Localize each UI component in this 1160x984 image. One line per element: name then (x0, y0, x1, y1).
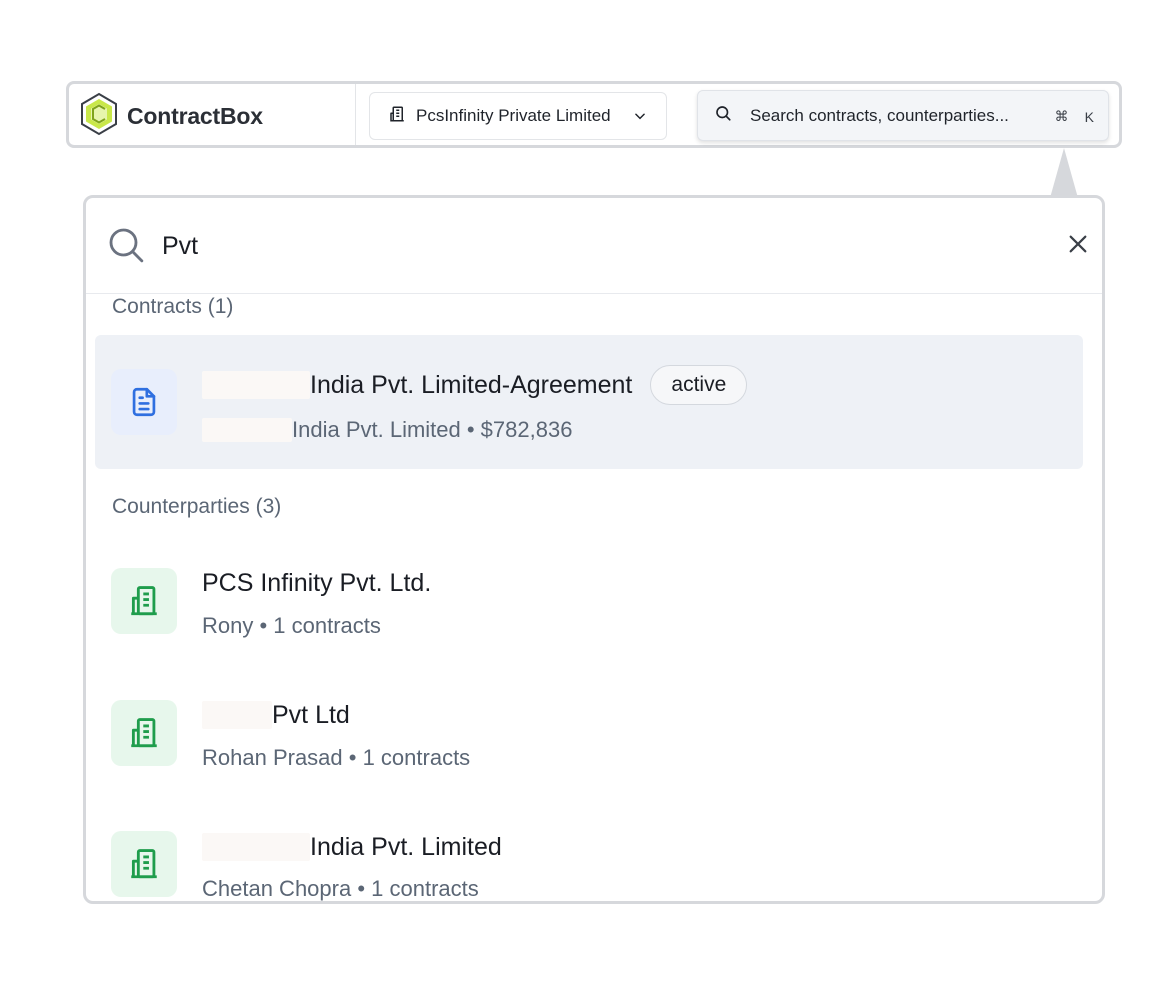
shortcut-key: K (1084, 108, 1094, 125)
counterparty-result[interactable]: India Pvt. Limited Chetan Chopra • 1 con… (95, 798, 1083, 901)
contracts-heading: Contracts (1) (112, 295, 234, 318)
contract-subtitle-text: India Pvt. Limited • $782,836 (292, 417, 573, 442)
redacted-text (202, 371, 310, 399)
contract-title-text: India Pvt. Limited-Agreement (310, 370, 633, 399)
logo-icon (79, 92, 119, 141)
counterparties-heading: Counterparties (3) (112, 495, 282, 518)
counterparty-subtitle-text: Chetan Chopra • 1 contracts (202, 876, 479, 901)
command-icon: ⌘ (1054, 108, 1069, 124)
palette-search-row (86, 198, 1102, 294)
brand-name: ContractBox (127, 102, 263, 129)
close-icon[interactable] (1064, 230, 1092, 258)
divider (355, 84, 356, 145)
counterparty-title-text: India Pvt. Limited (310, 832, 502, 861)
counterparty-subtitle-text: Rony • 1 contracts (202, 613, 381, 638)
building-icon (111, 831, 177, 897)
counterparty-title: Pvt Ltd (202, 695, 350, 735)
document-icon (111, 369, 177, 435)
counterparty-title: PCS Infinity Pvt. Ltd. (202, 563, 431, 603)
keyboard-shortcut: ⌘ K (1055, 91, 1094, 142)
counterparty-subtitle-text: Rohan Prasad • 1 contracts (202, 745, 471, 770)
search-input[interactable] (162, 226, 1022, 266)
callout-pointer (1046, 146, 1082, 200)
building-icon (111, 568, 177, 634)
search-palette: Contracts (1) India Pvt. Limited-Agreeme… (83, 195, 1105, 904)
building-icon (388, 105, 406, 128)
search-icon (106, 225, 146, 270)
brand[interactable]: ContractBox (79, 92, 263, 140)
contract-subtitle: India Pvt. Limited • $782,836 (202, 415, 572, 445)
counterparty-subtitle: Rony • 1 contracts (202, 611, 381, 641)
search-placeholder: Search contracts, counterparties... (750, 105, 1009, 125)
contract-title: India Pvt. Limited-Agreement active (202, 365, 748, 405)
redacted-text (202, 833, 310, 861)
counterparty-result[interactable]: Pvt Ltd Rohan Prasad • 1 contracts (95, 667, 1083, 801)
org-selector[interactable]: PcsInfinity Private Limited (369, 92, 667, 140)
counterparty-subtitle: Rohan Prasad • 1 contracts (202, 743, 470, 773)
building-icon (111, 700, 177, 766)
status-badge: active (650, 365, 748, 405)
counterparty-result[interactable]: PCS Infinity Pvt. Ltd. Rony • 1 contract… (95, 535, 1083, 669)
chevron-down-icon (633, 109, 647, 123)
contract-result[interactable]: India Pvt. Limited-Agreement active Indi… (95, 335, 1083, 469)
redacted-text (202, 418, 292, 442)
counterparty-title-text: PCS Infinity Pvt. Ltd. (202, 568, 432, 597)
search-icon (714, 104, 732, 127)
counterparty-subtitle: Chetan Chopra • 1 contracts (202, 874, 479, 901)
org-selector-label: PcsInfinity Private Limited (416, 106, 611, 125)
search-trigger[interactable]: Search contracts, counterparties... ⌘ K (697, 90, 1109, 141)
counterparty-title-text: Pvt Ltd (272, 700, 350, 729)
counterparty-title: India Pvt. Limited (202, 827, 502, 867)
top-bar: ContractBox PcsInfinity Private Limited … (66, 81, 1122, 148)
redacted-text (202, 701, 272, 729)
